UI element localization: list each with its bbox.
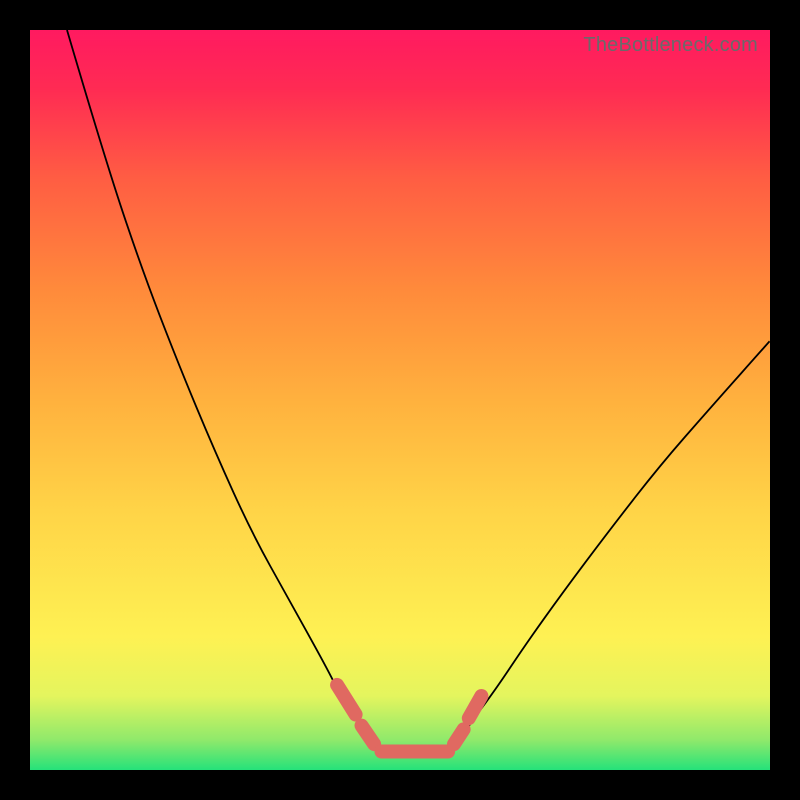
plot-area: TheBottleneck.com: [30, 30, 770, 770]
chart-curves-overlay: [30, 30, 770, 770]
highlight-segment: [454, 729, 464, 744]
bottleneck-curve: [67, 30, 770, 752]
highlight-segment: [469, 696, 482, 718]
highlight-segment: [337, 685, 356, 715]
highlight-segment: [362, 726, 375, 745]
chart-frame: TheBottleneck.com: [0, 0, 800, 800]
watermark-text: TheBottleneck.com: [583, 34, 758, 57]
